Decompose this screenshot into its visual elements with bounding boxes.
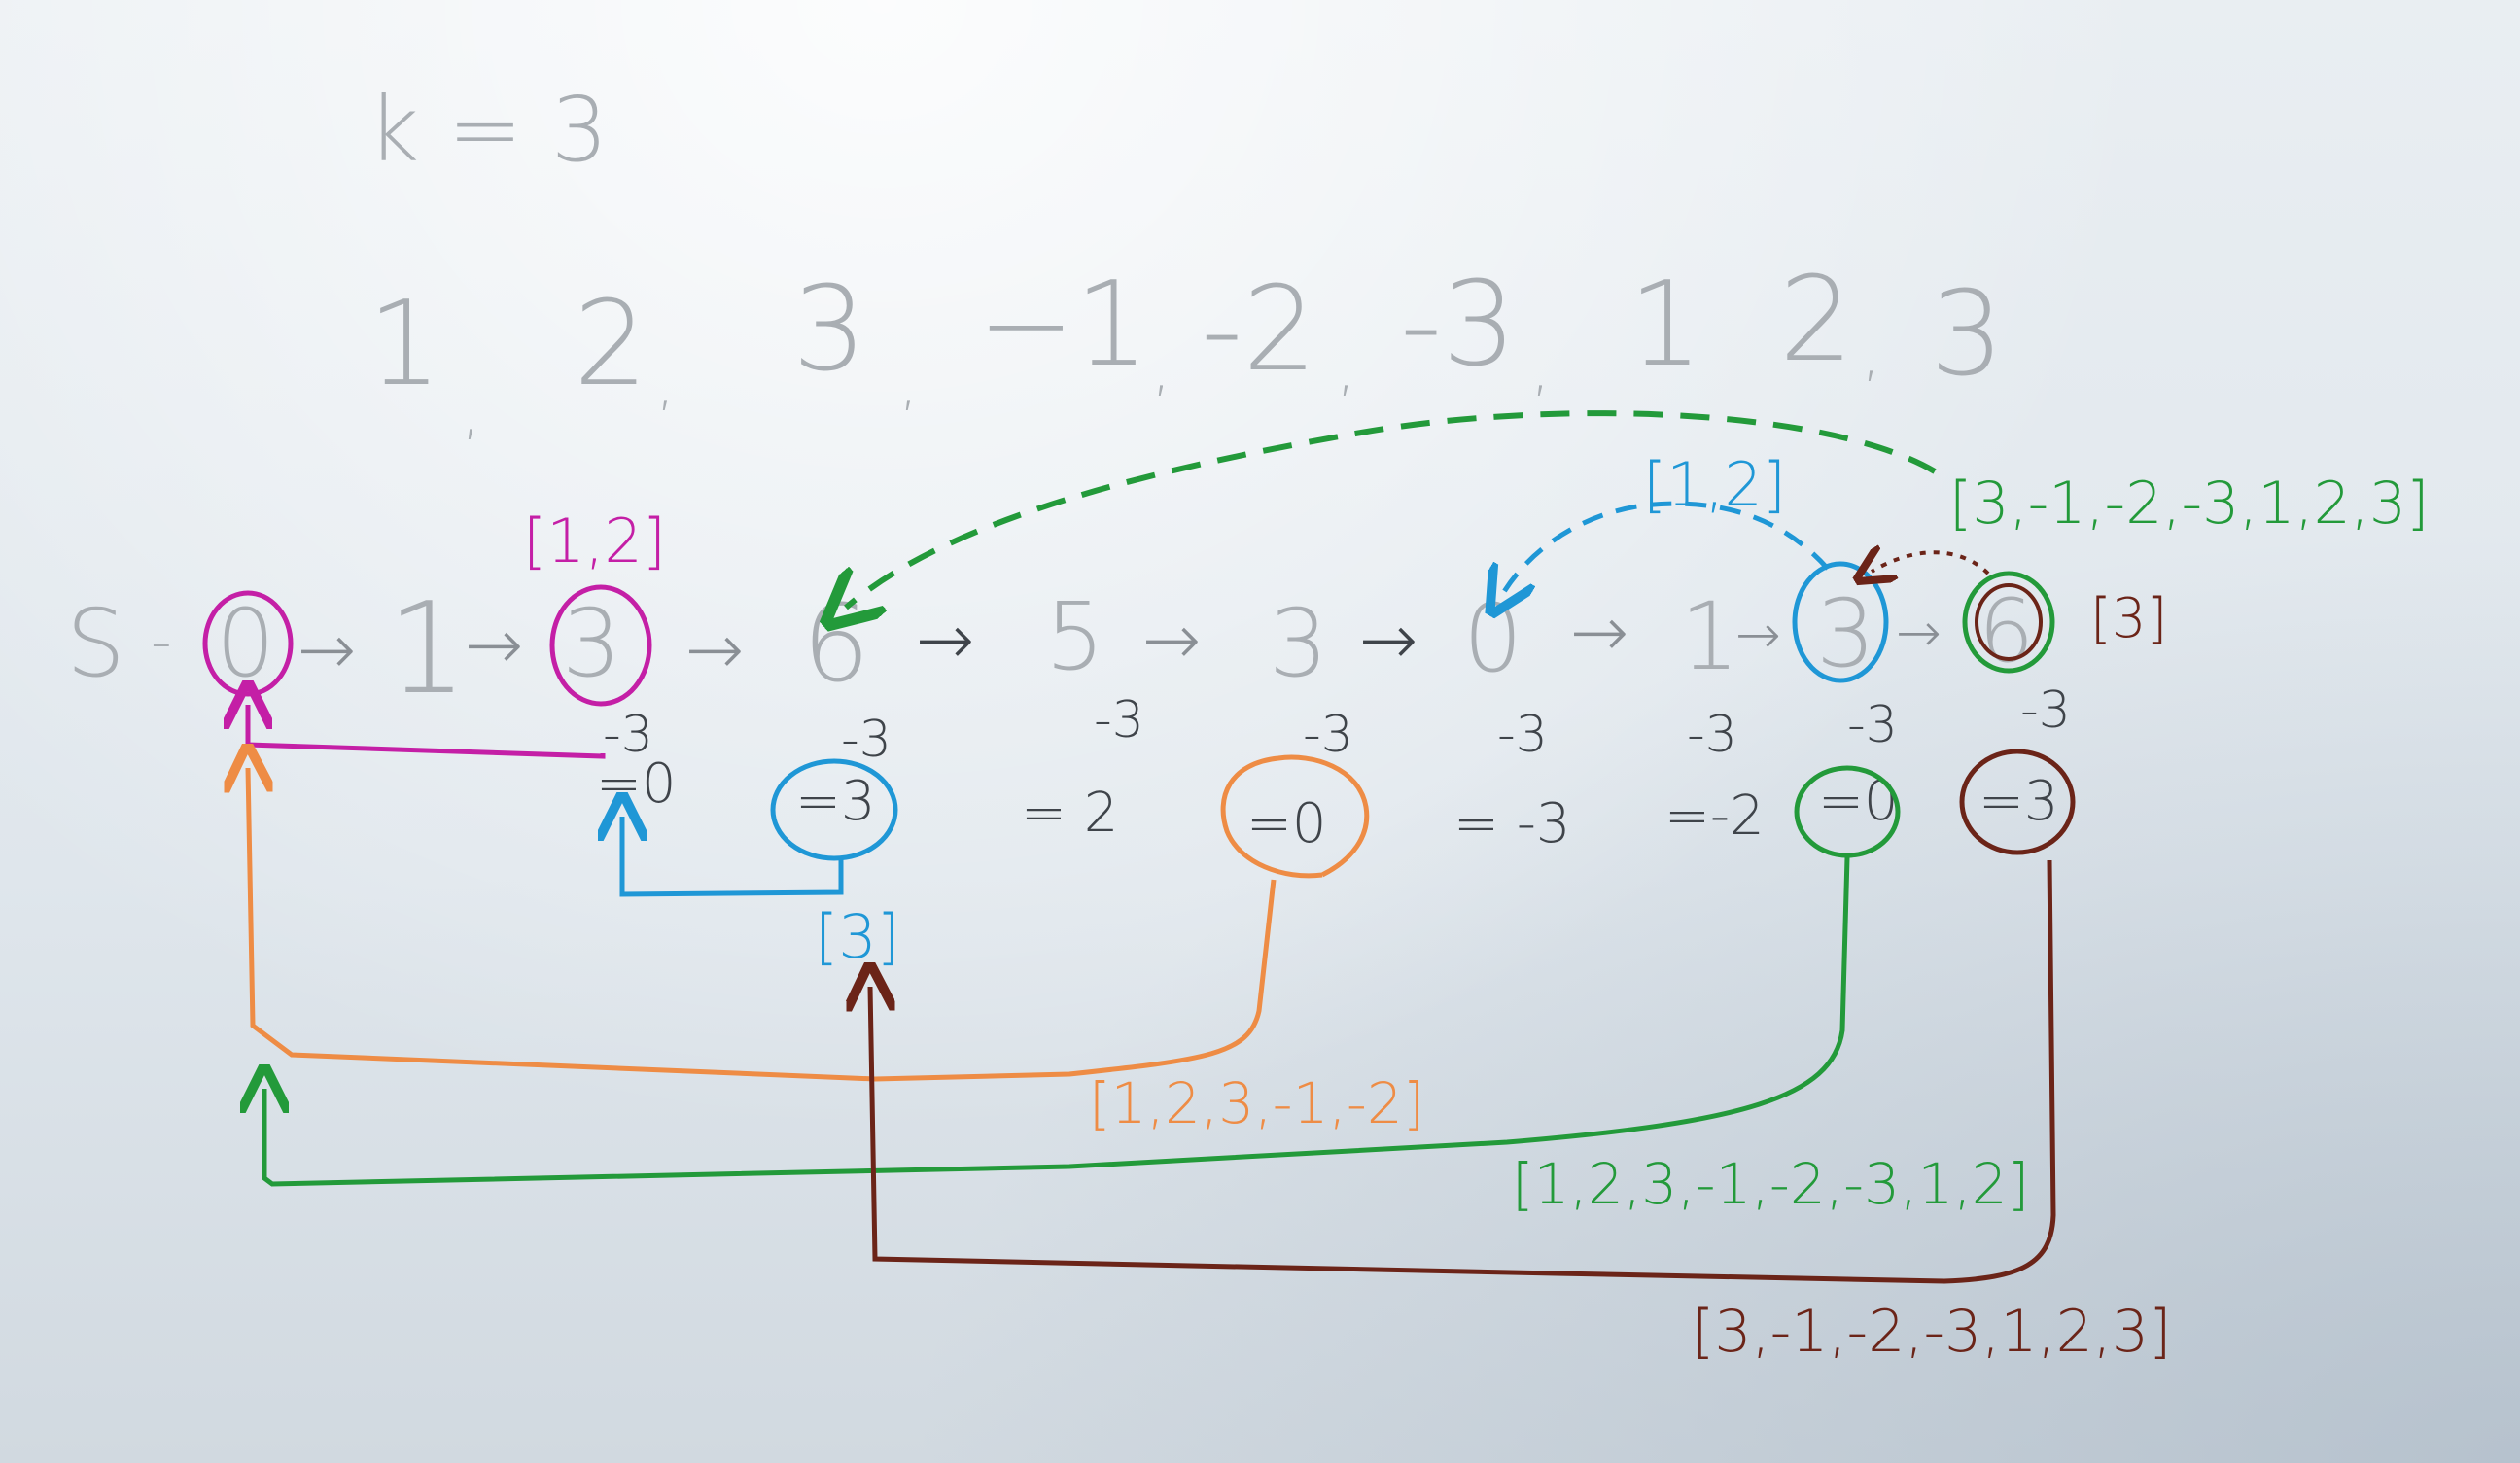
- green-bottom-subarray: [1,2,3,-1,-2,-3,1,2]: [1512, 1151, 2029, 1217]
- chain-value: 1: [387, 575, 468, 722]
- brown-subarray: [3,-1,-2,-3,1,2,3]: [1692, 1298, 2171, 1366]
- brown-dotted-arrow: [1872, 552, 1990, 574]
- array-comma: ,: [1337, 335, 1355, 403]
- chain-value: 3: [1269, 589, 1328, 698]
- minus-label: -3: [1687, 706, 1737, 764]
- green-connector: [264, 856, 1850, 1187]
- whiteboard-drawing: k = 3 1 2 3 −1 -2 -3 1 2 3 , , , , , , .…: [66, 78, 2429, 1366]
- blue-top-subarray: [1,2]: [1643, 449, 1786, 520]
- chain-value: 6: [802, 581, 870, 706]
- brown-connector: [870, 859, 2056, 1284]
- minus-label: -3: [1094, 691, 1144, 749]
- array-value: -3: [1400, 258, 1517, 393]
- blue-bottom-subarray: [3]: [815, 901, 900, 972]
- remainder: =-2: [1664, 784, 1765, 848]
- chain-arrow: →: [1142, 599, 1201, 680]
- chain-arrow: →: [465, 604, 523, 685]
- chain-arrow: →: [1359, 599, 1418, 680]
- array-values: 1 2 3 −1 -2 -3 1 2 3: [368, 253, 2004, 412]
- array-comma: ,: [899, 350, 918, 418]
- k-label: k = 3: [368, 78, 608, 182]
- array-value: 2: [1779, 253, 1853, 388]
- remainder: = 2: [1021, 782, 1118, 845]
- whiteboard: k = 3 1 2 3 −1 -2 -3 1 2 3 , , , , , , .…: [0, 0, 2520, 1463]
- array-value: −1: [977, 258, 1149, 393]
- remainder: =3: [1978, 770, 2059, 833]
- array-comma: ,: [462, 379, 480, 447]
- chain-start: S: [66, 589, 125, 698]
- chain-value: 3: [562, 589, 621, 698]
- remainder: = -3: [1453, 792, 1571, 855]
- array-comma: ,: [1862, 321, 1880, 389]
- orange-subarray: [1,2,3,-1,-2]: [1089, 1070, 1424, 1136]
- remainder: =0: [1818, 770, 1899, 833]
- chain-value: 1: [1680, 582, 1739, 691]
- chain-arrow: →: [1570, 591, 1628, 673]
- chain-arrow: →: [298, 609, 356, 690]
- array-value: -2: [1201, 262, 1317, 398]
- array-value: 2: [574, 277, 648, 412]
- chain-value: 0: [1463, 584, 1522, 693]
- array-comma: ,: [656, 350, 675, 418]
- remainder: =0: [596, 752, 677, 816]
- orange-connector: [248, 768, 1277, 1082]
- green-top-subarray: [3,-1,-2,-3,1,2,3]: [1949, 470, 2429, 538]
- array-comma: ,: [1152, 335, 1171, 403]
- chain-arrow: →: [916, 599, 974, 680]
- array-comma: ,: [1531, 335, 1550, 403]
- minus-label: -3: [1847, 696, 1898, 754]
- array-value: 3: [792, 262, 866, 398]
- array-value: 1: [368, 277, 441, 412]
- magenta-subarray: [1,2]: [523, 505, 666, 576]
- chain-arrow: →: [1735, 604, 1781, 667]
- remainder: =3: [795, 770, 876, 833]
- minus-label: -3: [2020, 681, 2071, 740]
- chain-arrow: →: [685, 609, 744, 690]
- chain-arrow: →: [1896, 602, 1942, 665]
- array-value: 3: [1930, 267, 2004, 402]
- chain-value: 5: [1045, 582, 1104, 691]
- chain-value: 0: [216, 589, 275, 698]
- minus-label: -3: [1303, 706, 1353, 764]
- remainder: =0: [1246, 792, 1327, 855]
- minus-label: -3: [1497, 706, 1548, 764]
- array-comma: .: [1677, 311, 1696, 379]
- dark-right-subarray: [3]: [2090, 587, 2167, 650]
- chain-dash: -: [151, 608, 172, 676]
